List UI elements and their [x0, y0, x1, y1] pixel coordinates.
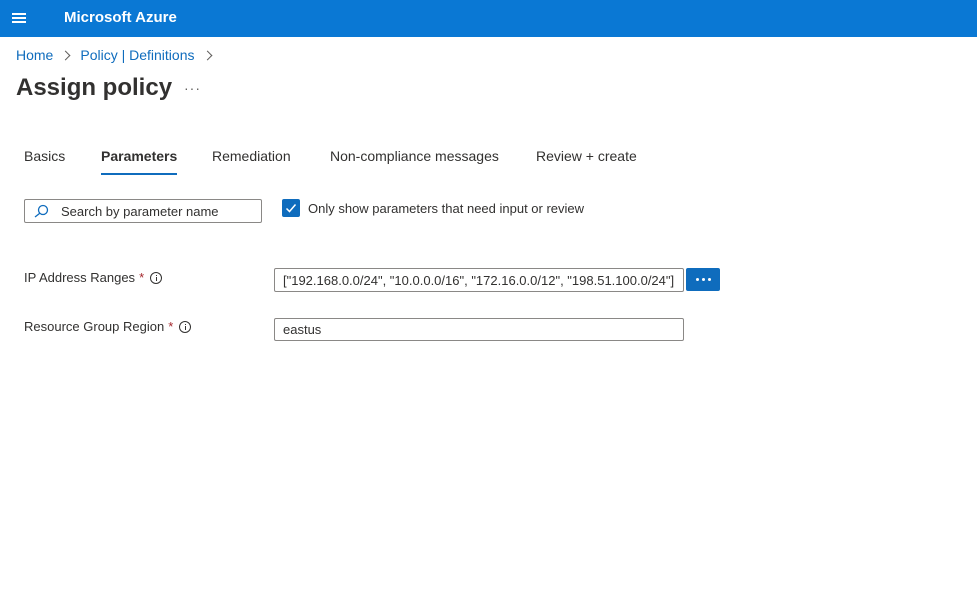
field-label-text: IP Address Ranges [24, 270, 136, 285]
info-icon[interactable] [179, 320, 192, 333]
top-bar: Microsoft Azure [0, 0, 977, 37]
ellipsis-button[interactable] [686, 268, 720, 291]
required-asterisk: * [139, 270, 145, 285]
ip-address-ranges-label: IP Address Ranges * [24, 270, 163, 285]
tab-remediation[interactable]: Remediation [212, 148, 291, 172]
checkbox-label: Only show parameters that need input or … [308, 201, 585, 216]
dot [702, 278, 705, 281]
tab-non-compliance-messages[interactable]: Non-compliance messages [330, 148, 499, 172]
chevron-right-icon [202, 50, 212, 60]
breadcrumb: Home Policy | Definitions [16, 47, 222, 63]
hamburger-icon[interactable] [12, 11, 28, 25]
info-icon[interactable] [150, 271, 163, 284]
resource-group-region-input[interactable]: eastus [274, 318, 684, 341]
search-icon [34, 204, 49, 218]
field-label-text: Resource Group Region [24, 319, 165, 334]
search-input[interactable] [61, 203, 257, 220]
resource-group-region-label: Resource Group Region * [24, 319, 192, 334]
parameter-search-box [24, 199, 262, 223]
ip-address-ranges-input[interactable]: ["192.168.0.0/24", "10.0.0.0/16", "172.1… [274, 268, 684, 292]
breadcrumb-home[interactable]: Home [16, 47, 53, 63]
breadcrumb-policy-definitions[interactable]: Policy | Definitions [80, 47, 194, 63]
page-title: Assign policy [16, 74, 173, 101]
tab-review-create[interactable]: Review + create [536, 148, 637, 172]
chevron-right-icon [60, 50, 71, 60]
dot [696, 278, 699, 281]
only-needs-input-checkbox[interactable] [282, 199, 300, 217]
tab-basics[interactable]: Basics [24, 148, 65, 172]
dot [708, 278, 711, 281]
checkmark-icon [285, 204, 297, 213]
required-asterisk: * [168, 319, 174, 334]
brand-title[interactable]: Microsoft Azure [64, 9, 177, 26]
tab-parameters[interactable]: Parameters [101, 148, 178, 175]
more-options-button[interactable]: ··· [184, 80, 201, 96]
